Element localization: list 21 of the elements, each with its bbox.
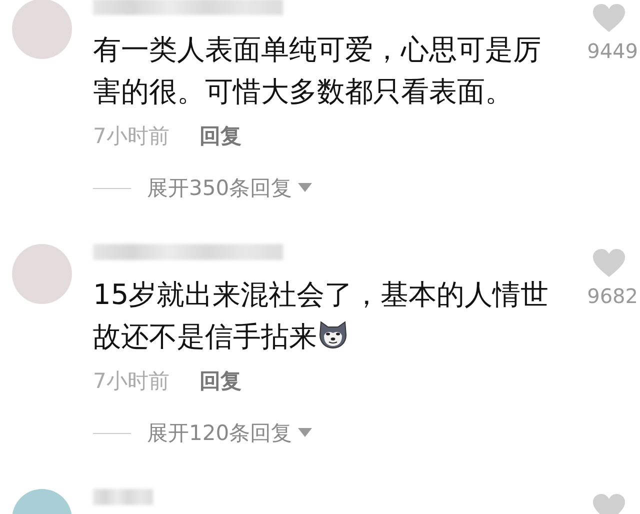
like-count: 9682 bbox=[587, 284, 638, 308]
comment-text: 有一类人表面单纯可爱，心思可是厉害的很。可惜大多数都只看表面。 bbox=[93, 32, 542, 110]
caret-icon[interactable] bbox=[298, 183, 312, 193]
timestamp: 7小时前 bbox=[93, 123, 170, 150]
caret-icon[interactable] bbox=[298, 428, 312, 438]
blurred-username[interactable] bbox=[93, 0, 283, 15]
expand-replies-link[interactable]: 展开350条回复 bbox=[147, 174, 312, 202]
avatar[interactable] bbox=[12, 0, 72, 59]
heart-icon[interactable] bbox=[592, 3, 626, 33]
reply-link[interactable]: 回复 bbox=[199, 122, 242, 150]
heart-icon[interactable] bbox=[592, 248, 626, 278]
comment-text: 15岁就出来混社会了，基本的人情世故还不是信手拈来 bbox=[93, 277, 550, 355]
heart-icon[interactable] bbox=[592, 493, 626, 514]
timestamp: 7小时前 bbox=[93, 368, 170, 395]
reply-link[interactable]: 回复 bbox=[199, 367, 242, 395]
blurred-username[interactable] bbox=[93, 489, 153, 505]
expand-replies-link[interactable]: 展开120条回复 bbox=[147, 419, 312, 447]
blurred-username[interactable] bbox=[93, 244, 283, 260]
like-count: 9449 bbox=[587, 39, 638, 63]
dog-face-icon bbox=[317, 318, 349, 350]
avatar[interactable] bbox=[12, 244, 72, 304]
